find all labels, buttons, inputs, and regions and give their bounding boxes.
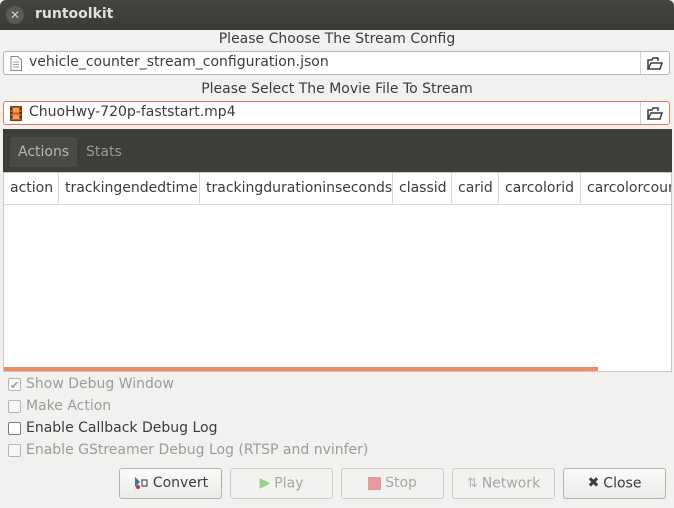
film-icon [10, 106, 22, 121]
play-button[interactable]: ▶ Play [230, 468, 333, 499]
table-header: action trackingendedtime trackingduratio… [4, 173, 671, 205]
close-button[interactable]: ✖ Close [563, 468, 666, 499]
checkbox-label: Show Debug Window [26, 376, 174, 392]
horizontal-scrollbar[interactable] [4, 367, 598, 371]
checkmark-icon: ✔ [10, 379, 20, 392]
window-title: runtoolkit [35, 6, 114, 22]
tab-stats[interactable]: Stats [78, 137, 130, 167]
tab-bar: Actions Stats [3, 129, 672, 172]
open-folder-icon [647, 57, 663, 70]
checkbox-box: ✔ [8, 378, 21, 392]
play-icon: ▶ [259, 475, 271, 491]
config-file-chooser[interactable]: vehicle_counter_stream_configuration.jso… [3, 51, 670, 75]
open-folder-icon [647, 107, 663, 120]
movie-label: Please Select The Movie File To Stream [201, 81, 473, 97]
checkbox-box [8, 400, 21, 413]
column-header-classid[interactable]: classid [393, 173, 452, 204]
network-icon: ⇅ [466, 476, 478, 491]
network-button[interactable]: ⇅ Network [452, 468, 555, 499]
convert-button[interactable]: Convert [119, 468, 222, 499]
config-label: Please Choose The Stream Config [218, 31, 456, 47]
tab-actions[interactable]: Actions [10, 137, 78, 167]
convert-button-label: Convert [152, 475, 209, 491]
close-icon: ✖ [587, 475, 600, 491]
checkbox-box [8, 444, 21, 457]
column-header-trackingdurationinseconds[interactable]: trackingdurationinseconds [200, 173, 393, 204]
close-button-label: Close [603, 475, 642, 492]
checkbox-label: Make Action [26, 398, 112, 414]
play-button-label: Play [274, 475, 304, 492]
checkbox-label: Enable GStreamer Debug Log (RTSP and nvi… [26, 442, 369, 458]
column-header-trackingendedtime[interactable]: trackingendedtime [59, 173, 200, 204]
column-header-carcolorcour[interactable]: carcolorcour [581, 173, 671, 204]
checkbox-label: Enable Callback Debug Log [26, 420, 218, 436]
network-button-label: Network [481, 475, 541, 492]
config-file-name: vehicle_counter_stream_configuration.jso… [29, 54, 329, 70]
column-header-action[interactable]: action [4, 173, 59, 204]
movie-file-chooser[interactable]: ChuoHwy-720p-faststart.mp4 [3, 101, 670, 125]
movie-file-name: ChuoHwy-720p-faststart.mp4 [29, 104, 236, 120]
convert-icon [134, 477, 148, 489]
column-header-carcolorid[interactable]: carcolorid [499, 173, 581, 204]
column-header-carid[interactable]: carid [452, 173, 499, 204]
actions-table[interactable]: action trackingendedtime trackingduratio… [3, 172, 672, 372]
checkbox-box [8, 422, 21, 435]
stop-button[interactable]: Stop [341, 468, 444, 499]
config-browse-button[interactable] [640, 52, 669, 74]
title-bar: ✕ runtoolkit [0, 0, 674, 30]
movie-browse-button[interactable] [640, 102, 669, 124]
stop-button-label: Stop [385, 475, 417, 491]
document-icon [10, 56, 22, 71]
stop-icon [368, 476, 382, 490]
window-close-button[interactable]: ✕ [6, 6, 24, 24]
